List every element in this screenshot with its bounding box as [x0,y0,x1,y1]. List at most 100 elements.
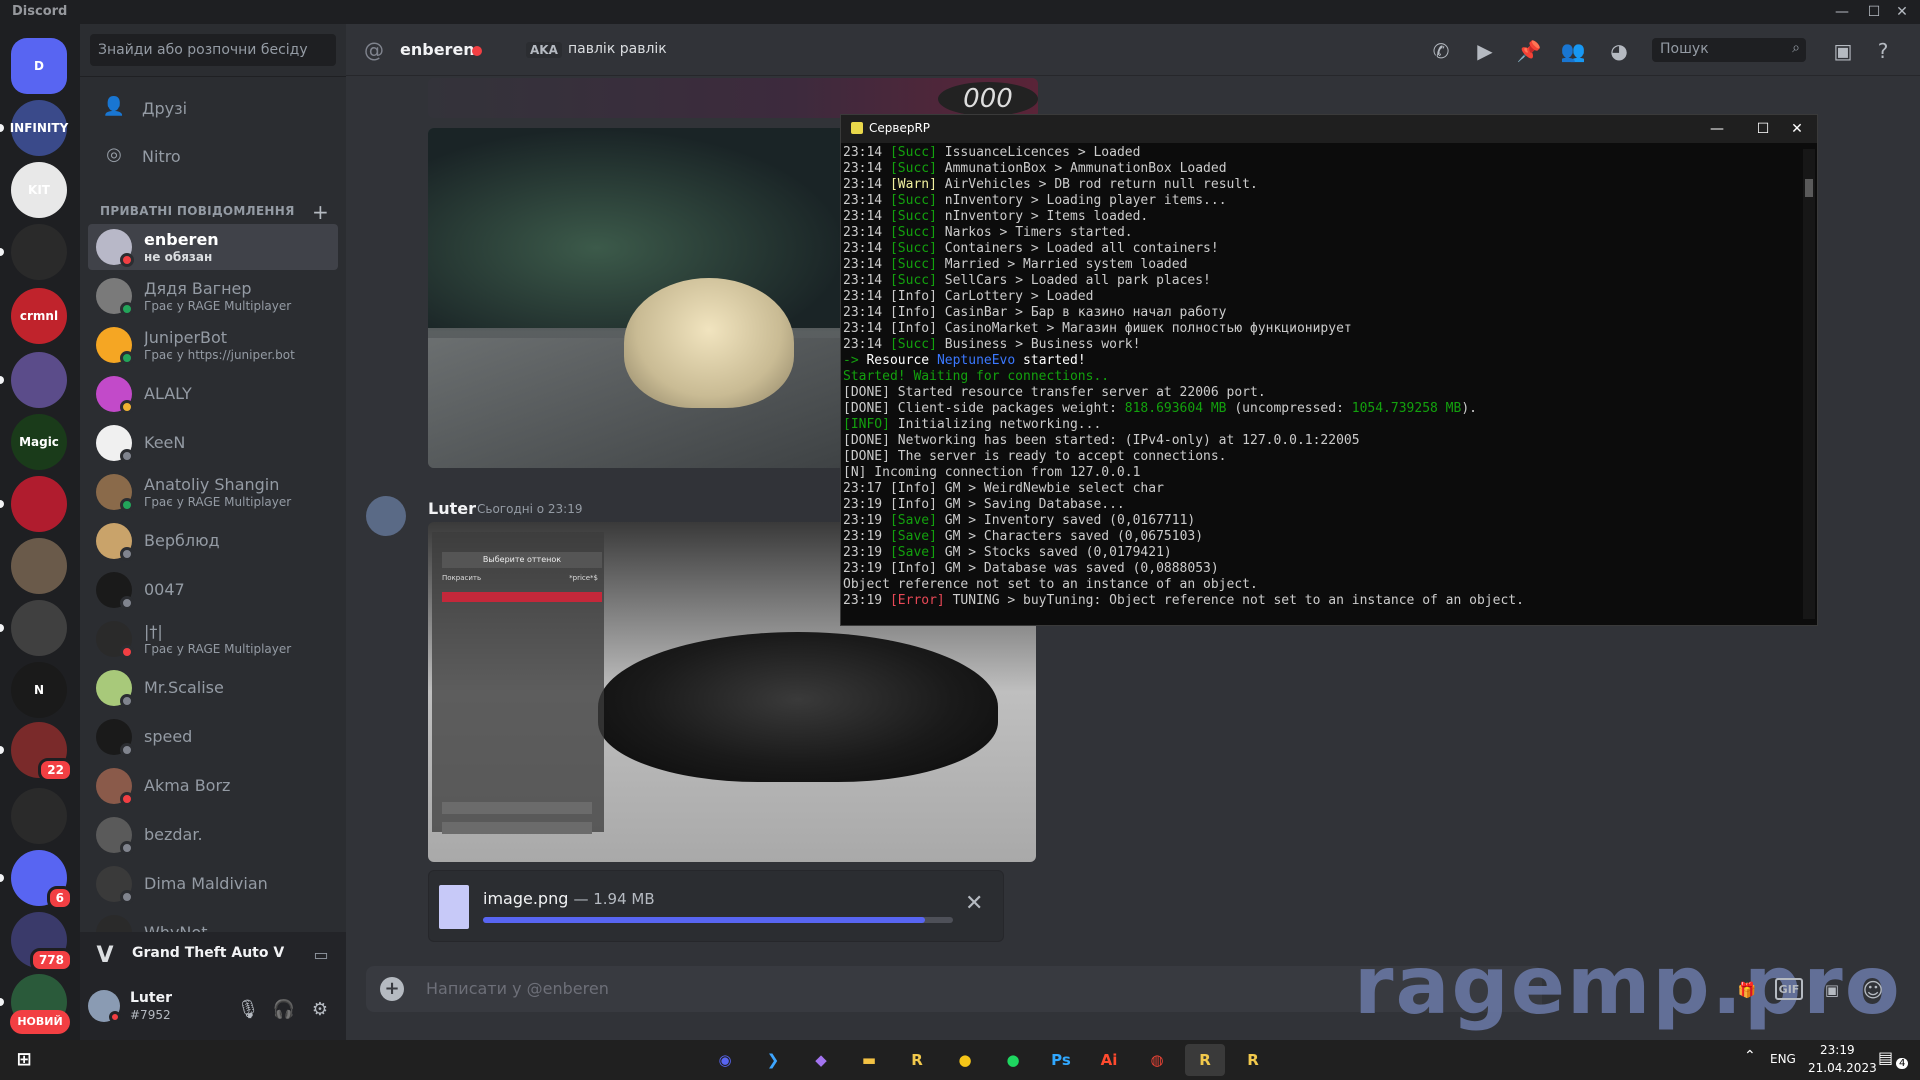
stream-icon[interactable]: ▭ [308,942,334,968]
taskbar-app-discord[interactable]: ◉ [705,1044,745,1076]
taskbar-app-rage[interactable]: R [897,1044,937,1076]
server-icon[interactable] [11,538,67,594]
dm-search-input[interactable]: Знайди або розпочни бесіду [90,34,336,66]
user-tag: #7952 [130,1008,171,1022]
taskbar-app-visual-studio[interactable]: ◆ [801,1044,841,1076]
server-icon[interactable] [11,352,67,408]
add-friend-icon[interactable]: 👥 [1560,38,1586,64]
server-icon[interactable] [11,600,67,656]
dm-item[interactable]: |†| Грає у RAGE Multiplayer [88,616,338,662]
user-status [109,1011,121,1023]
server-initials: Magic [19,435,59,449]
mic-icon[interactable]: 🎙 [232,994,264,1026]
server-icon[interactable]: 778 [11,912,73,972]
nav-nitro[interactable]: ◎ Nitro [88,134,338,178]
console-line: 23:14 [Succ] IssuanceLicences > Loaded [843,145,1793,161]
server-initials [11,538,67,594]
emoji-icon[interactable]: ☺ [1860,978,1886,1002]
taskbar-app-explorer[interactable]: ▬ [849,1044,889,1076]
console-scrollbar[interactable] [1803,149,1815,619]
message-author[interactable]: Luter [428,499,476,518]
screenshot-image-2[interactable] [428,128,848,468]
server-icon[interactable] [11,788,67,844]
gif-button[interactable]: GIF [1775,978,1803,1000]
console-text: IssuanceLicences > Loaded [936,145,1141,160]
mention-badge: 6 [46,886,73,910]
close-button[interactable]: ✕ [1884,0,1920,24]
server-icon[interactable]: 6 [11,850,73,910]
screenshot-image-1[interactable]: 000 [428,78,1038,118]
dm-item[interactable]: Верблюд [88,518,338,564]
console-text: [Save] [889,545,937,560]
dm-item[interactable]: Akma Borz [88,763,338,809]
console-text: [Warn] [889,177,937,192]
taskbar-app-rage-active[interactable]: R [1185,1044,1225,1076]
taskbar-app-rage-2[interactable]: R [1233,1044,1273,1076]
dm-item[interactable]: enberen не обязан [88,224,338,270]
dm-item[interactable]: Anatoliy Shangin Грає у RAGE Multiplayer [88,469,338,515]
settings-icon[interactable]: ⚙ [304,994,336,1026]
console-text: nInventory > Items loaded. [936,209,1149,224]
composer-placeholder: Написати у @enberen [426,979,609,998]
dm-item[interactable]: ALALY [88,371,338,417]
scroll-thumb[interactable] [1805,179,1813,197]
message-avatar[interactable] [366,496,406,536]
console-text: [Succ] [889,273,937,288]
call-icon[interactable]: ✆ [1428,38,1454,64]
nav-friends[interactable]: 👤 Друзі [88,86,338,130]
server-icon[interactable]: N [11,662,67,718]
taskbar-app-illustrator[interactable]: Ai [1089,1044,1129,1076]
taskbar-app-app-yellow[interactable]: ● [945,1044,985,1076]
dm-item[interactable]: 0047 [88,567,338,613]
inbox-icon[interactable]: ▣ [1830,38,1856,64]
tray-chevron-icon[interactable]: ⌃ [1744,1048,1756,1064]
notifications-icon[interactable]: ▤ [1878,1048,1893,1067]
dm-item[interactable]: JuniperBot Грає у https://juniper.bot [88,322,338,368]
sticker-icon[interactable]: ▣ [1819,978,1845,1002]
taskbar-app-chrome[interactable]: ◍ [1137,1044,1177,1076]
server-icon[interactable]: KIT [11,162,67,218]
taskbar-app-vscode[interactable]: ❯ [753,1044,793,1076]
profile-icon[interactable]: ◕ [1606,38,1632,64]
gift-icon[interactable]: 🎁 [1734,978,1760,1002]
help-icon[interactable]: ? [1870,38,1896,64]
console-title-bar: СерверRP — ☐ ✕ [841,115,1817,143]
dm-sidebar: Знайди або розпочни бесіду 👤 Друзі ◎ Nit… [80,24,346,1040]
new-badge[interactable]: НОВИЙ [10,1010,70,1034]
cancel-upload-icon[interactable]: ✕ [965,891,983,916]
server-icon[interactable] [11,476,67,532]
minimize-button[interactable]: — [1824,0,1860,24]
upload-size: — 1.94 MB [573,890,655,908]
language-indicator[interactable]: ENG [1770,1052,1796,1066]
server-initials [11,600,67,656]
console-line: 23:19 [Info] GM > Saving Database... [843,497,1793,513]
headphones-icon[interactable]: 🎧 [268,994,300,1026]
dm-item[interactable]: Mr.Scalise [88,665,338,711]
start-button[interactable]: ⊞ [4,1044,44,1076]
pin-icon[interactable]: 📌 [1516,38,1542,64]
console-minimize-button[interactable]: — [1697,117,1737,141]
video-icon[interactable]: ▶ [1472,38,1498,64]
server-icon[interactable]: Magic [11,414,67,470]
console-text: 23:14 [843,225,890,240]
title-bar: Discord — ☐ ✕ [0,0,1920,24]
home-button[interactable]: D [11,38,67,94]
dm-item[interactable]: Дядя Вагнер Грає у RAGE Multiplayer [88,273,338,319]
dm-item[interactable]: KeeN [88,420,338,466]
header-search-input[interactable]: Пошук ⌕ [1652,38,1806,62]
add-dm-button[interactable]: + [312,200,329,224]
dm-item[interactable]: Dima Maldivian [88,861,338,907]
console-close-button[interactable]: ✕ [1777,117,1817,141]
console-text: 23:19 [843,593,890,608]
server-icon[interactable] [11,224,67,280]
clock-date[interactable]: 21.04.2023 [1808,1061,1877,1075]
dm-item[interactable]: speed [88,714,338,760]
server-icon[interactable]: 22 [11,722,73,782]
server-icon[interactable]: INFINITY [10,100,68,156]
clock-time[interactable]: 23:19 [1820,1043,1855,1057]
taskbar-app-spotify[interactable]: ● [993,1044,1033,1076]
server-icon[interactable]: crmnl [11,288,67,344]
attach-plus-icon[interactable]: + [380,977,404,1001]
dm-item[interactable]: bezdar. [88,812,338,858]
taskbar-app-photoshop[interactable]: Ps [1041,1044,1081,1076]
